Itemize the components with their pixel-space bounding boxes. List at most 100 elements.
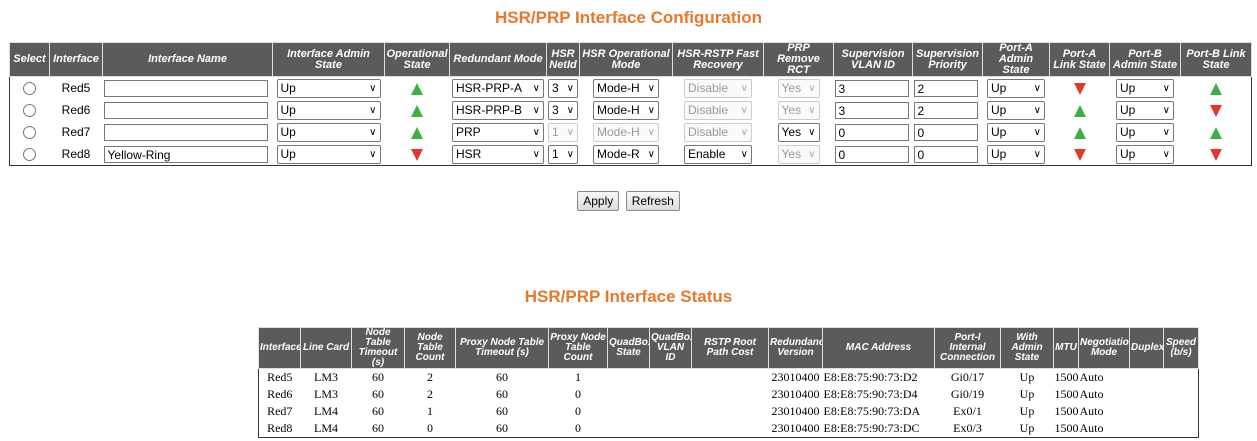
vlan-id-cell: 3 — [834, 77, 913, 100]
admin-state-select[interactable]: Up ∨ — [276, 122, 381, 142]
status-cell: E8:E8:75:90:73:DA — [823, 404, 921, 418]
config-row: Red6 Up ∨ HSR-PRP-B ∨ 3 ∨ Mode-H ∨ Disable ∨ Yes ∨ 3 2… — [10, 99, 1252, 121]
status-cell: 60 — [496, 387, 508, 401]
portb-admin-select[interactable]: Up ∨ — [1116, 78, 1174, 98]
config-col-header: Operational State — [384, 42, 450, 77]
refresh-button[interactable]: Refresh — [625, 191, 680, 211]
oper-state-cell — [385, 99, 450, 121]
status-cell: 23010400 — [771, 370, 820, 384]
apply-button[interactable]: Apply — [577, 191, 620, 211]
redundant-mode-select[interactable]: HSR ∨ — [452, 144, 544, 164]
status-col-header: Proxy Node Table Count — [548, 327, 608, 369]
hsr-mode-cell: Mode-H ∨ — [580, 99, 673, 121]
status-row: Red6 LM3 60 2 60 0 23010400 E8:E8:75:90:73:D4 Gi… — [259, 386, 1199, 403]
portb-admin-select-value: Up — [1120, 80, 1136, 95]
interface-name-input[interactable] — [103, 123, 268, 141]
config-col-header: Interface Admin State — [272, 42, 385, 77]
netid-select-value: 3 — [552, 80, 559, 95]
portb-admin-select[interactable]: Up ∨ — [1116, 122, 1174, 142]
hsr-mode-select-value: Mode-H — [597, 80, 640, 95]
select-radio[interactable] — [23, 82, 37, 96]
porta-link-cell — [1050, 143, 1110, 166]
interface-name-input[interactable] — [103, 101, 268, 119]
status-col-header: Interface — [258, 327, 301, 369]
hsr-mode-select[interactable]: Mode-H ∨ — [593, 100, 659, 120]
green-up-triangle-icon — [411, 82, 423, 95]
status-cell: 1500 — [1054, 370, 1079, 384]
redundant-mode-select[interactable]: PRP ∨ — [452, 122, 544, 142]
status-cell: 1500 — [1054, 421, 1079, 435]
status-cell — [1130, 420, 1164, 438]
redundant-mode-select[interactable]: HSR-PRP-A ∨ — [452, 78, 544, 98]
remove-rct-cell: Yes ∨ — [764, 143, 834, 166]
status-cell: 60 — [372, 370, 384, 384]
porta-admin-select[interactable]: Up ∨ — [987, 78, 1045, 98]
supervision-vlan-input[interactable]: 0 — [834, 145, 909, 163]
hsr-mode-select-value: Mode-H — [597, 124, 640, 139]
status-cell: Red8 — [267, 421, 293, 435]
porta-admin-select-value: Up — [991, 146, 1007, 161]
supervision-priority-input[interactable]: 0 — [913, 123, 978, 141]
status-cell: E8:E8:75:90:73:D2 — [823, 370, 918, 384]
supervision-vlan-input[interactable]: 3 — [834, 101, 909, 119]
redundant-mode-select-value: PRP — [456, 124, 481, 139]
porta-admin-select[interactable]: Up ∨ — [987, 144, 1045, 164]
remove-rct-select[interactable]: Yes ∨ — [777, 122, 820, 142]
portb-admin-cell: Up ∨ — [1110, 77, 1181, 100]
status-col-header: MTU — [1053, 327, 1079, 369]
admin-state-select[interactable]: Up ∨ — [276, 100, 381, 120]
config-col-header: Select — [9, 42, 50, 77]
chevron-down-icon: ∨ — [647, 148, 655, 160]
chevron-down-icon: ∨ — [1162, 148, 1170, 160]
interface-name-input[interactable]: Yellow-Ring — [103, 145, 268, 163]
vlan-id-cell: 3 — [834, 99, 913, 121]
status-cell: LM3 — [314, 370, 338, 384]
admin-state-select[interactable]: Up ∨ — [276, 78, 381, 98]
select-radio[interactable] — [23, 104, 37, 118]
select-radio[interactable] — [23, 126, 37, 140]
interface-name-input[interactable] — [103, 79, 268, 97]
chevron-down-icon: ∨ — [532, 82, 540, 94]
chevron-down-icon: ∨ — [808, 104, 816, 116]
status-cell — [608, 403, 650, 420]
status-cell: 60 — [496, 421, 508, 435]
netid-select-value: 3 — [552, 102, 559, 117]
hsr-mode-select[interactable]: Mode-H ∨ — [593, 78, 659, 98]
redundant-mode-select[interactable]: HSR-PRP-B ∨ — [452, 100, 544, 120]
supervision-priority-input[interactable]: 0 — [913, 145, 978, 163]
hsr-mode-select[interactable]: Mode-R ∨ — [593, 144, 659, 164]
portb-admin-select-value: Up — [1120, 124, 1136, 139]
config-col-header: Interface Name — [102, 42, 273, 77]
fast-recovery-cell: Disable ∨ — [673, 121, 764, 143]
priority-cell: 0 — [913, 143, 983, 166]
supervision-vlan-input[interactable]: 0 — [834, 123, 909, 141]
status-cell: Red6 — [267, 387, 293, 401]
netid-select[interactable]: 1 ∨ — [548, 144, 578, 164]
chevron-down-icon: ∨ — [1033, 104, 1041, 116]
portb-admin-select[interactable]: Up ∨ — [1116, 100, 1174, 120]
select-cell — [10, 77, 50, 100]
supervision-vlan-input[interactable]: 3 — [834, 79, 909, 97]
status-cell: Gi0/17 — [950, 370, 985, 384]
button-bar: Apply Refresh — [0, 191, 1257, 211]
chevron-down-icon: ∨ — [1162, 82, 1170, 94]
portb-admin-select[interactable]: Up ∨ — [1116, 144, 1174, 164]
fast-recovery-select[interactable]: Enable ∨ — [684, 144, 752, 164]
netid-select[interactable]: 3 ∨ — [548, 78, 578, 98]
priority-cell: 2 — [913, 99, 983, 121]
priority-cell: 2 — [913, 77, 983, 100]
red-down-triangle-icon — [1209, 148, 1222, 161]
porta-admin-select[interactable]: Up ∨ — [987, 122, 1045, 142]
supervision-priority-input[interactable]: 2 — [913, 101, 978, 119]
chevron-down-icon: ∨ — [369, 82, 377, 94]
supervision-priority-input[interactable]: 2 — [913, 79, 978, 97]
porta-admin-select[interactable]: Up ∨ — [987, 100, 1045, 120]
portb-admin-cell: Up ∨ — [1110, 121, 1181, 143]
portb-link-cell — [1181, 99, 1252, 121]
select-radio[interactable] — [23, 148, 37, 162]
admin-state-select[interactable]: Up ∨ — [276, 144, 381, 164]
interface-name-cell — [103, 77, 273, 100]
hsr-mode-select-value: Mode-R — [597, 146, 640, 161]
netid-select[interactable]: 3 ∨ — [548, 100, 578, 120]
netid-cell: 1 ∨ — [547, 143, 580, 166]
